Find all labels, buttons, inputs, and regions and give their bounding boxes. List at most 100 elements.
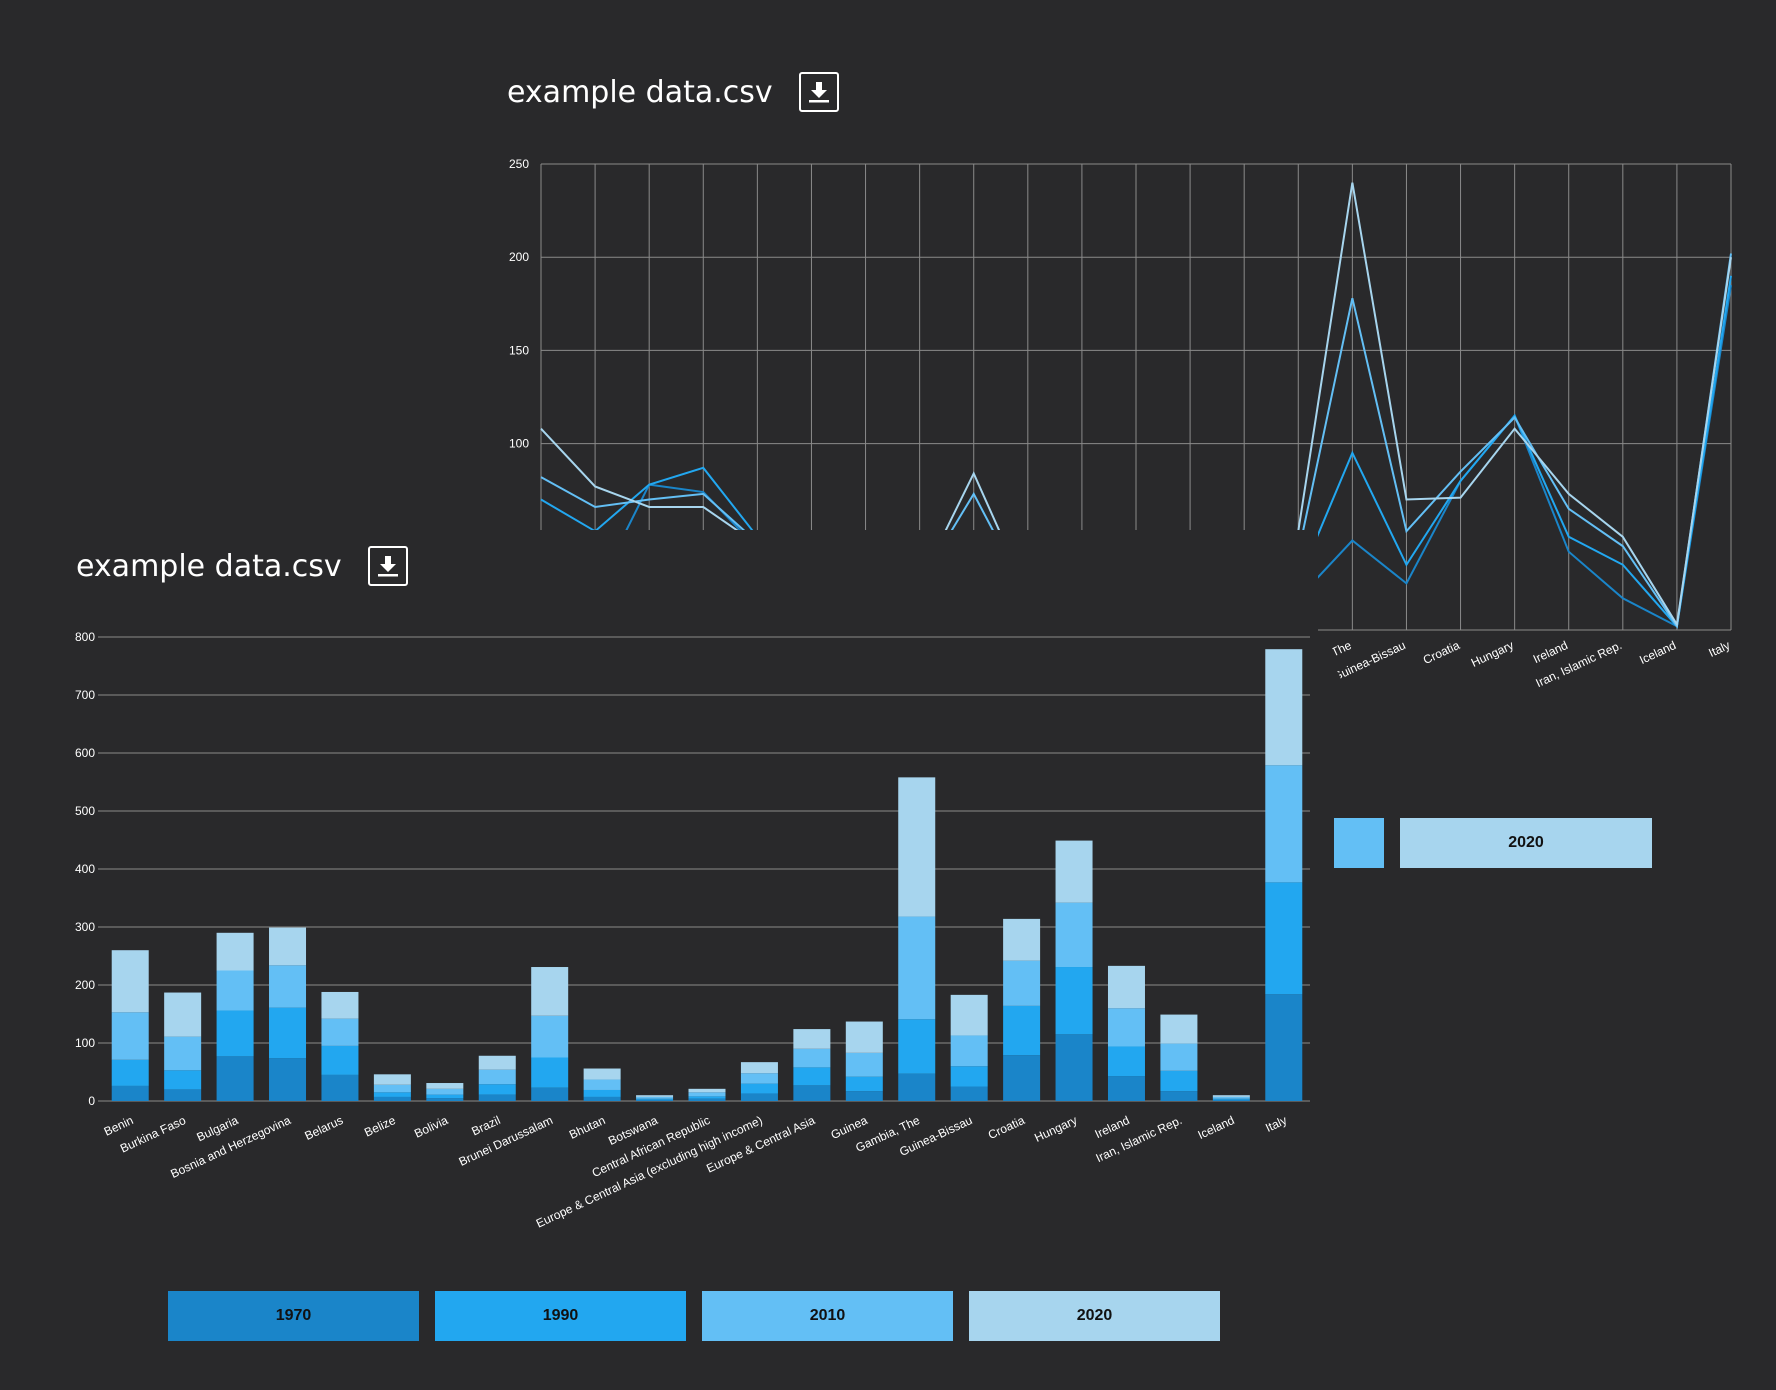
bar-segment-2010 — [740, 1073, 778, 1084]
bar-segment-2010 — [1003, 960, 1041, 1006]
bar-segment-2010 — [321, 1018, 359, 1046]
bar-segment-1990 — [793, 1067, 831, 1086]
bar-segment-1990 — [688, 1096, 726, 1099]
x-tick-label: Croatia — [1421, 638, 1462, 667]
bar-segment-2010 — [426, 1088, 464, 1095]
x-tick-label: Bhutan — [567, 1113, 607, 1142]
x-tick-label: Iceland — [1196, 1113, 1237, 1142]
bar-segment-2010 — [216, 970, 254, 1011]
x-tick-label: Belize — [362, 1113, 398, 1140]
bar-segment-2020 — [1055, 840, 1093, 903]
bar-segment-2020 — [740, 1062, 778, 1074]
bar-segment-2010 — [898, 916, 936, 1020]
bar-segment-1990 — [531, 1057, 569, 1088]
bar-segment-1990 — [1107, 1046, 1145, 1077]
bar-segment-2020 — [1265, 649, 1303, 766]
bar-segment-1990 — [1160, 1070, 1198, 1092]
bar-segment-2010 — [1265, 765, 1303, 883]
bar-segment-1970 — [1160, 1091, 1198, 1101]
y-tick-label: 500 — [75, 804, 95, 818]
y-tick-label: 600 — [75, 746, 95, 760]
bar-segment-1970 — [1055, 1034, 1093, 1101]
bar-segment-1990 — [1265, 882, 1303, 995]
x-tick-label: Iceland — [1637, 638, 1678, 667]
y-tick-label: 150 — [509, 343, 529, 357]
y-tick-label: 100 — [509, 437, 529, 451]
bar-segment-2020 — [164, 992, 202, 1037]
legend-item-2010[interactable]: 2010 — [702, 1291, 953, 1341]
x-tick-label: Hungary — [1032, 1113, 1079, 1145]
bar-segment-2020 — [111, 950, 149, 1013]
bar-segment-2020 — [531, 967, 569, 1016]
x-tick-label: Italy — [1263, 1113, 1289, 1135]
bar-segment-2010 — [478, 1069, 516, 1085]
bar-segment-1970 — [845, 1091, 883, 1101]
bar-segment-2020 — [269, 927, 307, 966]
bar-segment-2010 — [793, 1048, 831, 1068]
bar-segment-2010 — [1107, 1008, 1145, 1047]
legend-item-2020[interactable]: 2020 — [1400, 818, 1652, 868]
x-tick-label: Benin — [102, 1113, 136, 1139]
bar-segment-2020 — [373, 1074, 411, 1085]
bar-segment-1970 — [740, 1093, 778, 1101]
bar-chart-panel: example data.csv 0 100 200 300 400 500 600 700 8… — [58, 530, 1318, 1350]
bar-segment-1990 — [373, 1092, 411, 1097]
legend-item-1990[interactable]: 1990 — [435, 1291, 686, 1341]
bar-segment-1990 — [478, 1084, 516, 1095]
bar-segment-1970 — [216, 1056, 254, 1101]
bar-segment-1970 — [373, 1096, 411, 1101]
y-tick-label: 200 — [509, 250, 529, 264]
bar-segment-2010 — [636, 1096, 674, 1099]
legend-item-2020[interactable]: 2020 — [969, 1291, 1220, 1341]
bar-segment-1970 — [1212, 1099, 1250, 1101]
bar-segment-1990 — [845, 1076, 883, 1092]
y-tick-label: 800 — [75, 630, 95, 644]
bar-segment-1990 — [111, 1059, 149, 1086]
y-tick-label: 700 — [75, 688, 95, 702]
bar-segment-1990 — [1055, 967, 1093, 1035]
bar-segment-1990 — [636, 1098, 674, 1100]
y-tick-label: 200 — [75, 978, 95, 992]
x-tick-label: Italy — [1706, 638, 1732, 660]
legend-item-1970[interactable]: 1970 — [168, 1291, 419, 1341]
bar-segment-1990 — [216, 1010, 254, 1057]
bar-segment-1990 — [950, 1066, 988, 1087]
y-tick-label: 250 — [509, 157, 529, 171]
bar-segment-2020 — [636, 1095, 674, 1097]
bar-segment-2020 — [1107, 965, 1145, 1009]
bar-segment-1970 — [269, 1058, 307, 1101]
bar-segment-1970 — [1107, 1076, 1145, 1101]
bar-segment-1970 — [898, 1073, 936, 1101]
y-tick-label: 300 — [75, 920, 95, 934]
bar-segment-2020 — [845, 1021, 883, 1053]
bar-segment-2020 — [688, 1088, 726, 1093]
bar-segment-2010 — [583, 1079, 621, 1090]
bar-segment-2020 — [216, 932, 254, 971]
bar-segment-1970 — [950, 1086, 988, 1101]
bar-segment-2020 — [583, 1068, 621, 1080]
x-tick-label: Croatia — [986, 1113, 1027, 1142]
bar-segment-2010 — [1160, 1043, 1198, 1071]
bar-segment-2020 — [1212, 1095, 1250, 1097]
x-tick-label: , The — [1323, 638, 1354, 662]
bar-segment-1990 — [426, 1094, 464, 1099]
bar-segment-2010 — [269, 965, 307, 1008]
bar-segment-1970 — [793, 1085, 831, 1101]
bar-segment-1990 — [583, 1089, 621, 1097]
x-tick-label: Brunei Darussalam — [457, 1113, 555, 1169]
legend-swatch-2010[interactable] — [1334, 818, 1384, 868]
bar-segment-1990 — [1003, 1005, 1041, 1056]
bar-segment-2010 — [111, 1012, 149, 1060]
bar-segment-2010 — [164, 1036, 202, 1071]
bar-segment-1970 — [636, 1099, 674, 1101]
bar-segment-1970 — [111, 1085, 149, 1101]
x-tick-label: Brazil — [469, 1113, 502, 1138]
bar-segment-1990 — [740, 1083, 778, 1094]
bar-segment-1990 — [164, 1070, 202, 1090]
bar-segment-1970 — [1003, 1055, 1041, 1101]
bar-segment-2020 — [478, 1055, 516, 1070]
bar-segment-2020 — [426, 1083, 464, 1089]
bar-segment-1970 — [531, 1087, 569, 1101]
bar-segment-2020 — [898, 777, 936, 917]
y-tick-label: 400 — [75, 862, 95, 876]
